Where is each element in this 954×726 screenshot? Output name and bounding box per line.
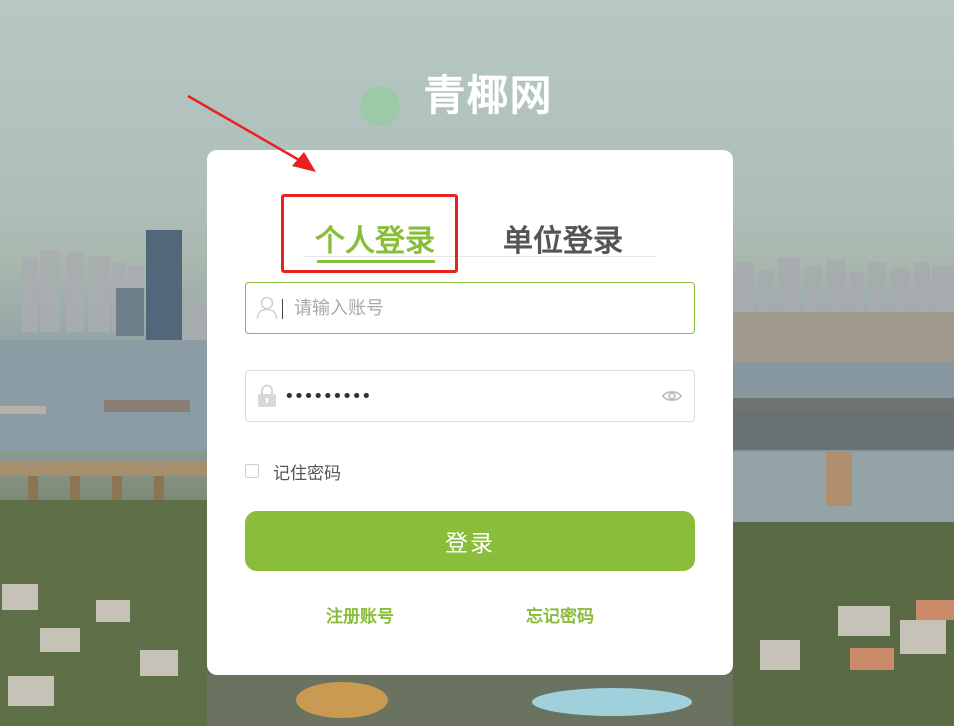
eye-icon[interactable] [662, 387, 682, 405]
username-field[interactable] [245, 282, 695, 334]
user-icon [256, 296, 278, 320]
tab-unit-login[interactable]: 单位登录 [503, 216, 623, 260]
remember-checkbox[interactable] [245, 464, 259, 478]
password-input[interactable] [284, 371, 644, 421]
text-cursor [282, 299, 283, 319]
password-field[interactable] [245, 370, 695, 422]
site-title: 青椰网 [423, 71, 553, 120]
annotation-highlight-box [281, 194, 458, 273]
register-link[interactable]: 注册账号 [326, 602, 394, 627]
lock-icon [258, 384, 276, 407]
remember-label: 记住密码 [273, 463, 341, 484]
forgot-password-link[interactable]: 忘记密码 [526, 602, 594, 627]
tab-unit-login-label: 单位登录 [503, 224, 623, 259]
login-button[interactable]: 登录 [245, 511, 695, 571]
remember-password[interactable]: 记住密码 [245, 460, 341, 484]
username-input[interactable] [294, 283, 654, 333]
